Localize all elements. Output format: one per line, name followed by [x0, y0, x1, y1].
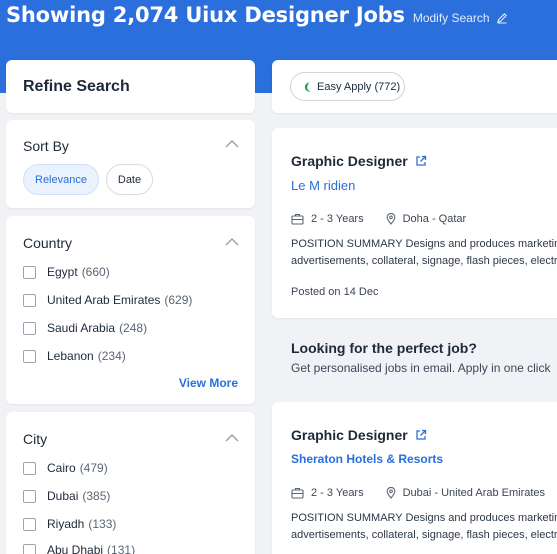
option-label: United Arab Emirates [47, 293, 161, 307]
checkbox[interactable] [23, 543, 36, 554]
option-label: Riyadh [47, 517, 85, 531]
country-option[interactable]: United Arab Emirates (629) [23, 293, 192, 307]
job-location: Doha - Qatar [402, 213, 467, 225]
job-title: Graphic Designer [291, 153, 408, 169]
option-count: (133) [88, 517, 117, 531]
refine-search-title: Refine Search [23, 78, 130, 95]
option-count: (248) [119, 321, 148, 335]
experience: 2 - 3 Years [311, 487, 364, 499]
quick-filter-bar: Easy Apply (772) [272, 60, 557, 113]
country-option[interactable]: Lebanon (234) [23, 349, 126, 363]
country-filter-panel: Country Egypt (660) United Arab Emirates… [6, 216, 255, 404]
city-option[interactable]: Dubai (385) [23, 489, 110, 503]
job-description: POSITION SUMMARY Designs and produces ma… [291, 510, 557, 544]
city-option[interactable]: Abu Dhabi (131) [23, 543, 135, 554]
country-option[interactable]: Egypt (660) [23, 265, 110, 279]
easy-apply-label: Easy Apply (772) [317, 80, 401, 93]
refine-search-card: Refine Search [6, 60, 255, 113]
city-title: City [23, 431, 48, 447]
checkbox[interactable] [23, 517, 36, 531]
job-meta: 2 - 3 Years Doha - Qatar [291, 213, 466, 225]
sort-relevance-chip[interactable]: Relevance [23, 164, 99, 195]
description-line: advertisements, collateral, signage, fla… [291, 529, 557, 541]
promo-text: Get personalised jobs in email. Apply in… [291, 361, 551, 375]
option-count: (629) [164, 293, 193, 307]
easy-apply-chip[interactable]: Easy Apply (772) [290, 72, 405, 101]
experience: 2 - 3 Years [311, 213, 364, 225]
option-label: Abu Dhabi [47, 543, 104, 554]
option-count: (479) [79, 461, 108, 475]
country-title: Country [23, 235, 73, 251]
job-meta: 2 - 3 Years Dubai - United Arab Emirates [291, 487, 545, 499]
sort-by-title: Sort By [23, 138, 69, 154]
city-filter-panel: City Cairo (479) Dubai (385) Riyadh (133… [6, 412, 255, 554]
page-title: Showing 2,074 Uiux Designer Jobs [6, 3, 405, 27]
description-line: POSITION SUMMARY Designs and produces ma… [291, 238, 557, 250]
option-count: (385) [82, 489, 111, 503]
description-line: advertisements, collateral, signage, fla… [291, 255, 557, 267]
chevron-up-icon[interactable] [225, 237, 239, 246]
job-card[interactable]: Graphic Designer Le M ridien 2 - 3 Years… [272, 128, 557, 318]
company-name[interactable]: Le M ridien [291, 178, 355, 193]
company-name[interactable]: Sheraton Hotels & Resorts [291, 452, 443, 466]
modify-search-label: Modify Search [412, 11, 490, 25]
checkbox[interactable] [23, 349, 36, 363]
option-label: Egypt [47, 265, 78, 279]
sort-date-chip[interactable]: Date [106, 164, 153, 195]
chevron-up-icon[interactable] [225, 433, 239, 442]
chevron-up-icon[interactable] [225, 139, 239, 148]
external-link-icon [416, 429, 426, 440]
quick-apply-icon [304, 82, 311, 92]
option-label: Lebanon [47, 349, 94, 363]
promo-title: Looking for the perfect job? [291, 340, 477, 356]
posted-date: Posted on 14 Dec [291, 286, 379, 298]
view-more-link[interactable]: View More [179, 376, 238, 390]
option-count: (660) [81, 265, 110, 279]
map-pin-icon [386, 487, 396, 499]
checkbox[interactable] [23, 265, 36, 279]
job-location: Dubai - United Arab Emirates [402, 487, 546, 499]
job-description: POSITION SUMMARY Designs and produces ma… [291, 236, 557, 270]
external-link-icon [416, 155, 426, 166]
option-count: (234) [97, 349, 126, 363]
checkbox[interactable] [23, 321, 36, 335]
header-title-row: Showing 2,074 Uiux Designer Jobs Modify … [6, 3, 508, 27]
checkbox[interactable] [23, 293, 36, 307]
job-alert-promo: Looking for the perfect job? Get persona… [291, 340, 557, 375]
modify-search-link[interactable]: Modify Search [413, 11, 508, 25]
sort-by-panel: Sort By Relevance Date [6, 120, 255, 208]
description-line: POSITION SUMMARY Designs and produces ma… [291, 512, 557, 524]
city-option[interactable]: Riyadh (133) [23, 517, 116, 531]
option-label: Dubai [47, 489, 79, 503]
option-label: Cairo [47, 461, 76, 475]
country-option[interactable]: Saudi Arabia (248) [23, 321, 147, 335]
job-title: Graphic Designer [291, 427, 408, 443]
pencil-icon [496, 13, 507, 24]
map-pin-icon [386, 213, 396, 225]
city-option[interactable]: Cairo (479) [23, 461, 108, 475]
option-label: Saudi Arabia [47, 321, 116, 335]
job-title-link[interactable]: Graphic Designer [291, 427, 427, 443]
job-title-link[interactable]: Graphic Designer [291, 153, 427, 169]
checkbox[interactable] [23, 461, 36, 475]
briefcase-icon [291, 487, 304, 499]
briefcase-icon [291, 213, 304, 225]
option-count: (131) [107, 543, 136, 554]
job-card[interactable]: Graphic Designer Sheraton Hotels & Resor… [272, 402, 557, 554]
checkbox[interactable] [23, 489, 36, 503]
